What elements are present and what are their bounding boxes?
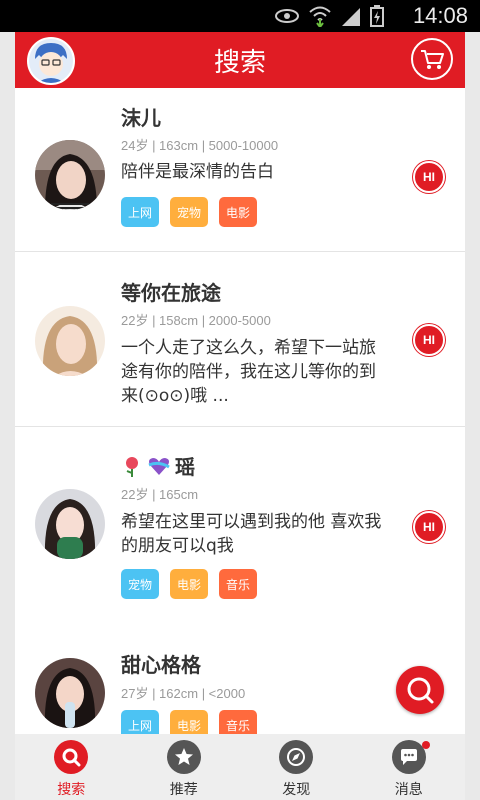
compass-icon: [279, 740, 314, 774]
user-name: 沫儿: [121, 106, 161, 130]
nav-label: 搜索: [57, 782, 86, 798]
nav-item-messages[interactable]: 消息: [353, 734, 466, 800]
heart-icon: [148, 457, 170, 475]
say-hi-button[interactable]: HI: [413, 161, 445, 193]
tag: 电影: [170, 710, 208, 734]
user-name-row: 瑶: [121, 451, 195, 480]
user-photo: [35, 140, 105, 210]
unread-badge: [421, 741, 430, 749]
app-header: 搜索: [15, 32, 465, 88]
bottom-nav: 搜索 推荐 发现 消息: [15, 734, 465, 800]
battery-charging-icon: [370, 5, 384, 27]
floating-search-button[interactable]: [396, 666, 444, 714]
tag: 电影: [170, 569, 208, 599]
user-list: 沫儿 24岁 | 163cm | 5000-10000 陪伴是最深情的告白 上网…: [15, 88, 465, 734]
rose-icon: [126, 456, 138, 477]
nav-item-search[interactable]: 搜索: [15, 734, 128, 800]
tag: 宠物: [121, 569, 159, 599]
user-message: 希望在这里可以遇到我的他 喜欢我的朋友可以q我: [121, 512, 382, 556]
tag-list: 上网 电影 音乐: [121, 710, 257, 734]
star-icon: [166, 740, 201, 774]
user-message: 陪伴是最深情的告白: [121, 162, 274, 182]
search-icon: [407, 677, 434, 704]
nav-label: 发现: [282, 782, 311, 798]
tag: 宠物: [170, 197, 208, 227]
user-name: 甜心格格: [121, 653, 201, 677]
tag: 上网: [121, 197, 159, 227]
eye-icon: [275, 9, 299, 23]
user-photo: [35, 489, 105, 559]
status-bar: 14:08: [0, 0, 480, 32]
user-photo: [35, 658, 105, 728]
nav-label: 推荐: [169, 782, 198, 798]
status-icons: [274, 5, 384, 27]
tag-list: 宠物 电影 音乐: [121, 569, 257, 599]
page-title: 搜索: [213, 48, 266, 78]
user-meta: 27岁 | 162cm | <2000: [121, 686, 246, 701]
chat-icon: [391, 740, 430, 774]
user-name: 等你在旅途: [121, 281, 221, 305]
tag: 电影: [219, 197, 257, 227]
say-hi-button[interactable]: HI: [413, 511, 445, 543]
tag-list: 上网 宠物 电影: [121, 197, 257, 227]
nav-item-recommend[interactable]: 推荐: [128, 734, 241, 800]
user-photo: [35, 306, 105, 376]
wifi-icon: [309, 6, 331, 27]
user-name: 瑶: [175, 455, 195, 479]
nav-item-discover[interactable]: 发现: [240, 734, 353, 800]
say-hi-button[interactable]: HI: [413, 324, 445, 356]
nav-label: 消息: [394, 782, 423, 798]
user-meta: 22岁 | 158cm | 2000-5000: [121, 313, 271, 328]
user-message: 一个人走了这么久，希望下一站旅途有你的陪伴，我在这儿等你的到来(⊙o⊙)哦 ..…: [121, 338, 376, 406]
list-item[interactable]: 瑶 22岁 | 165cm 希望在这里可以遇到我的他 喜欢我的朋友可以q我 宠物…: [15, 427, 465, 623]
cart-icon: [421, 50, 444, 69]
tag: 音乐: [219, 710, 257, 734]
search-icon: [54, 740, 89, 774]
signal-icon: [342, 8, 360, 26]
status-time: 14:08: [412, 3, 468, 28]
tag: 上网: [121, 710, 159, 734]
user-meta: 22岁 | 165cm: [121, 487, 199, 502]
list-item[interactable]: 等你在旅途 22岁 | 158cm | 2000-5000 一个人走了这么久，希…: [15, 252, 465, 427]
user-meta: 24岁 | 163cm | 5000-10000: [121, 138, 279, 153]
tag: 音乐: [219, 569, 257, 599]
list-item[interactable]: 沫儿 24岁 | 163cm | 5000-10000 陪伴是最深情的告白 上网…: [15, 88, 465, 252]
cart-button[interactable]: [411, 38, 453, 80]
